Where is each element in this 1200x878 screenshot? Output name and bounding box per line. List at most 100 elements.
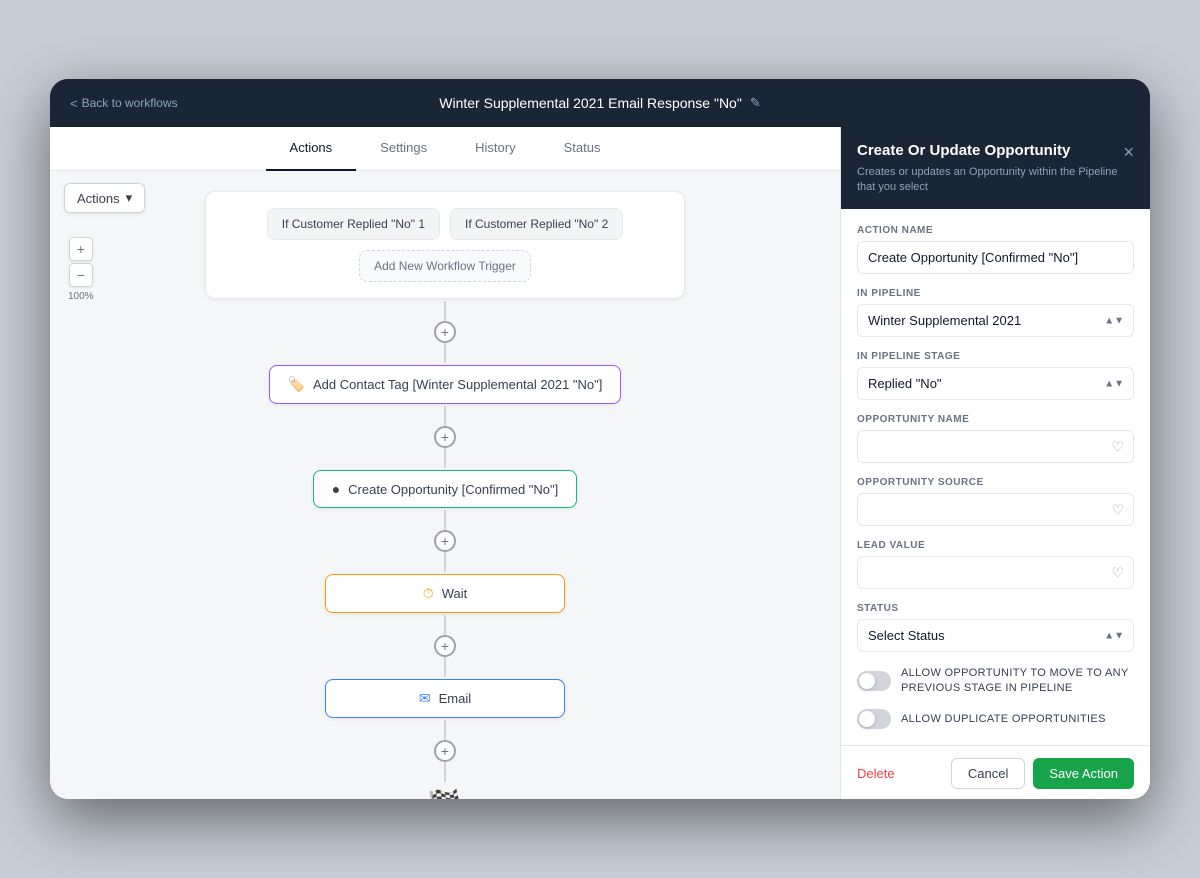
trigger-box: If Customer Replied "No" 1 If Customer R… [205, 191, 685, 299]
lead-value-end-icon: ♡ [1111, 564, 1124, 581]
opportunity-name-wrapper: ♡ [857, 430, 1134, 463]
field-group-pipeline-stage: IN PIPELINE STAGE Replied "No" ▲▼ [857, 351, 1134, 400]
opportunity-source-input[interactable] [857, 493, 1134, 526]
panel-title: Create Or Update Opportunity [857, 141, 1123, 161]
panel-body: ACTION NAME IN PIPELINE Winter Supplemen… [841, 209, 1150, 745]
actions-label: Actions [77, 191, 120, 206]
save-action-button[interactable]: Save Action [1033, 758, 1134, 789]
toggle-allow-duplicate[interactable] [857, 709, 891, 729]
node-email[interactable]: ✉ Email [325, 679, 565, 718]
tab-settings[interactable]: Settings [356, 127, 451, 171]
field-group-in-pipeline: IN PIPELINE Winter Supplemental 2021 ▲▼ [857, 288, 1134, 337]
connector-3: + [434, 510, 456, 572]
tab-history[interactable]: History [451, 127, 539, 171]
opportunity-source-end-icon: ♡ [1111, 501, 1124, 518]
connector-line-7 [444, 615, 446, 635]
actions-arrow: ▾ [126, 190, 133, 206]
node-tag[interactable]: 🏷️ Add Contact Tag [Winter Supplemental … [269, 365, 622, 404]
field-group-opportunity-source: OPPORTUNITY SOURCE ♡ [857, 477, 1134, 526]
footer-right: Cancel Save Action [951, 758, 1134, 789]
node-email-label: Email [439, 691, 472, 706]
connector-5: + [434, 720, 456, 782]
right-panel: Create Or Update Opportunity Creates or … [840, 127, 1150, 799]
connector-4: + [434, 615, 456, 677]
toggle-allow-previous-stage[interactable] [857, 671, 891, 691]
email-icon: ✉ [419, 690, 431, 707]
toggle-row-2: ALLOW DUPLICATE OPPORTUNITIES [857, 709, 1134, 729]
status-label: STATUS [857, 603, 1134, 614]
status-select-wrapper: Select Status ▲▼ [857, 619, 1134, 652]
node-tag-label: Add Contact Tag [Winter Supplemental 202… [313, 377, 602, 392]
node-opportunity[interactable]: ● Create Opportunity [Confirmed "No"] [313, 470, 578, 508]
add-node-button-4[interactable]: + [434, 635, 456, 657]
node-wait-label: Wait [442, 586, 468, 601]
field-group-lead-value: LEAD VALUE ♡ [857, 540, 1134, 589]
workflow-title: Winter Supplemental 2021 Email Response … [439, 95, 760, 111]
tag-icon: 🏷️ [288, 376, 305, 393]
field-group-action-name: ACTION NAME [857, 225, 1134, 274]
add-trigger-button[interactable]: Add New Workflow Trigger [359, 250, 531, 282]
pipeline-stage-select-wrapper: Replied "No" ▲▼ [857, 367, 1134, 400]
in-pipeline-label: IN PIPELINE [857, 288, 1134, 299]
toggle-1-label: ALLOW OPPORTUNITY TO MOVE TO ANY PREVIOU… [901, 666, 1134, 695]
top-bar: Back to workflows Winter Supplemental 20… [50, 79, 1150, 127]
tab-status[interactable]: Status [540, 127, 625, 171]
opportunity-source-label: OPPORTUNITY SOURCE [857, 477, 1134, 488]
toggle-2-label: ALLOW DUPLICATE OPPORTUNITIES [901, 712, 1106, 726]
opportunity-name-end-icon: ♡ [1111, 438, 1124, 455]
workflow-title-text: Winter Supplemental 2021 Email Response … [439, 95, 742, 111]
lead-value-wrapper: ♡ [857, 556, 1134, 589]
connector-line-2 [444, 343, 446, 363]
panel-subtitle: Creates or updates an Opportunity within… [857, 165, 1123, 196]
trigger-chip-1[interactable]: If Customer Replied "No" 1 [267, 208, 440, 240]
node-opportunity-label: Create Opportunity [Confirmed "No"] [348, 482, 558, 497]
panel-header: Create Or Update Opportunity Creates or … [841, 127, 1150, 209]
canvas-content: If Customer Replied "No" 1 If Customer R… [50, 171, 840, 799]
opportunity-name-label: OPPORTUNITY NAME [857, 414, 1134, 425]
connector-line-3 [444, 406, 446, 426]
action-name-label: ACTION NAME [857, 225, 1134, 236]
edit-icon[interactable]: ✎ [750, 95, 761, 111]
wait-icon: ⏱ [423, 585, 434, 602]
panel-close-button[interactable]: × [1123, 143, 1134, 161]
back-link[interactable]: Back to workflows [70, 96, 178, 111]
add-node-button-3[interactable]: + [434, 530, 456, 552]
actions-toolbar-wrapper: Actions ▾ [64, 183, 145, 213]
delete-button[interactable]: Delete [857, 766, 895, 781]
add-node-button-5[interactable]: + [434, 740, 456, 762]
main-area: Actions Settings History Status Actions … [50, 127, 1150, 799]
in-pipeline-select[interactable]: Winter Supplemental 2021 [857, 304, 1134, 337]
node-wait[interactable]: ⏱ Wait [325, 574, 565, 613]
field-group-status: STATUS Select Status ▲▼ [857, 603, 1134, 652]
status-select[interactable]: Select Status [857, 619, 1134, 652]
connector-line-4 [444, 448, 446, 468]
add-node-button-1[interactable]: + [434, 321, 456, 343]
connector-line-10 [444, 762, 446, 782]
zoom-in-button[interactable]: + [69, 237, 93, 261]
cancel-button[interactable]: Cancel [951, 758, 1025, 789]
opportunity-source-wrapper: ♡ [857, 493, 1134, 526]
connector-line-9 [444, 720, 446, 740]
add-node-button-2[interactable]: + [434, 426, 456, 448]
pipeline-stage-select[interactable]: Replied "No" [857, 367, 1134, 400]
connector-2: + [434, 406, 456, 468]
field-group-opportunity-name: OPPORTUNITY NAME ♡ [857, 414, 1134, 463]
trigger-chip-2[interactable]: If Customer Replied "No" 2 [450, 208, 623, 240]
opportunity-icon: ● [332, 481, 340, 497]
lead-value-label: LEAD VALUE [857, 540, 1134, 551]
panel-header-content: Create Or Update Opportunity Creates or … [857, 141, 1123, 195]
zoom-out-button[interactable]: − [69, 263, 93, 287]
connector-line-8 [444, 657, 446, 677]
opportunity-name-input[interactable] [857, 430, 1134, 463]
lead-value-input[interactable] [857, 556, 1134, 589]
toggle-row-1: ALLOW OPPORTUNITY TO MOVE TO ANY PREVIOU… [857, 666, 1134, 695]
action-name-input[interactable] [857, 241, 1134, 274]
panel-footer: Delete Cancel Save Action [841, 745, 1150, 799]
pipeline-stage-label: IN PIPELINE STAGE [857, 351, 1134, 362]
actions-dropdown-button[interactable]: Actions ▾ [64, 183, 145, 213]
connector-line-5 [444, 510, 446, 530]
connector-line [444, 301, 446, 321]
tab-actions[interactable]: Actions [266, 127, 357, 171]
finish-flag: 🏁 [428, 788, 463, 799]
zoom-controls: + − 100% [68, 237, 94, 302]
